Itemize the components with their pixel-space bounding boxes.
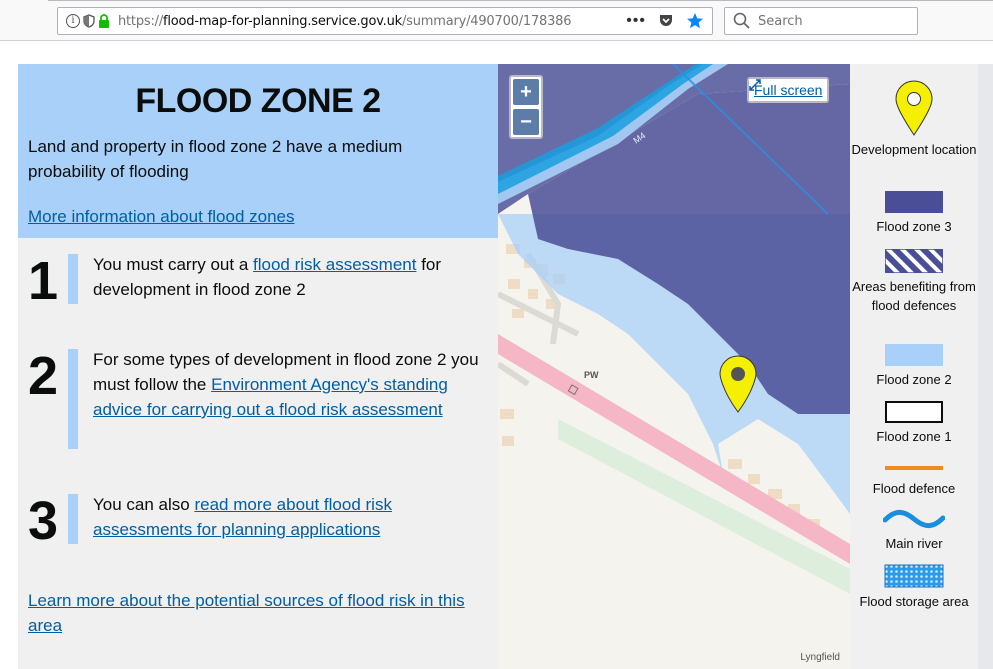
legend-main-river: Main river	[850, 508, 978, 553]
legend-flood-zone-2: Flood zone 2	[850, 344, 978, 389]
more-info-link[interactable]: More information about flood zones	[28, 204, 295, 229]
legend-label: Flood defence	[872, 481, 956, 496]
zoom-out-button[interactable]: −	[513, 109, 539, 135]
dotted-swatch	[884, 564, 944, 588]
step-number: 1	[28, 251, 59, 311]
river-wave-swatch	[883, 509, 945, 529]
zoom-controls: + −	[509, 75, 543, 139]
page-content: FLOOD ZONE 2 Land and property in flood …	[0, 41, 993, 669]
legend-label: Main river	[885, 536, 943, 551]
step-1: 1 You must carry out a flood risk assess…	[28, 254, 488, 314]
flood-zone-2-swatch	[885, 344, 943, 366]
map-legend: Development location Flood zone 3 Areas …	[850, 64, 978, 669]
legend-areas-benefiting: Areas benefiting from flood defences	[850, 249, 978, 315]
search-icon	[733, 12, 750, 29]
legend-development-location: Development location	[850, 80, 978, 159]
flood-defence-swatch	[885, 466, 943, 470]
step-bar	[68, 494, 78, 544]
step-text: For some types of development in flood z…	[93, 350, 479, 419]
flood-risk-assessment-link[interactable]: flood risk assessment	[253, 255, 416, 274]
flood-zone-summary: FLOOD ZONE 2 Land and property in flood …	[18, 64, 498, 238]
page-edge	[978, 64, 993, 669]
url-text[interactable]: https://flood-map-for-planning.service.g…	[118, 14, 572, 29]
fullscreen-label: Full screen	[754, 82, 823, 98]
page-title: FLOOD ZONE 2	[135, 82, 381, 120]
map-attribution: Lyngfield	[800, 652, 840, 663]
browser-toolbar: i https://flood-map-for-planning.service…	[0, 0, 993, 41]
summary-panel: FLOOD ZONE 2 Land and property in flood …	[18, 64, 498, 669]
zoom-in-button[interactable]: +	[513, 79, 539, 105]
tracking-shield-icon[interactable]	[83, 14, 95, 28]
hatched-swatch	[885, 249, 943, 273]
bookmark-star-icon[interactable]	[686, 12, 704, 30]
padlock-icon[interactable]	[98, 14, 110, 28]
legend-label: Development location	[851, 142, 977, 157]
expand-icon	[749, 79, 761, 91]
place-label: PW	[584, 370, 599, 380]
legend-flood-defence: Flood defence	[850, 466, 978, 498]
flood-map[interactable]: M4 PW + − Full screen Lyngfield	[498, 64, 850, 669]
legend-label: Flood zone 1	[876, 429, 952, 444]
fullscreen-button[interactable]: Full screen	[747, 77, 830, 103]
step-bar	[68, 254, 78, 304]
window-edge	[48, 0, 993, 1]
step-number: 2	[28, 346, 59, 406]
legend-label: Flood zone 2	[876, 372, 952, 387]
address-bar[interactable]: i https://flood-map-for-planning.service…	[57, 7, 713, 35]
search-box[interactable]: Search	[724, 7, 918, 35]
flood-zone-1-swatch	[885, 401, 943, 423]
map-pin-icon	[895, 80, 933, 136]
step-number: 3	[28, 491, 59, 551]
step-text: You must carry out a flood risk assessme…	[93, 255, 442, 299]
legend-flood-zone-3: Flood zone 3	[850, 191, 978, 236]
legend-label: Areas benefiting from flood defences	[852, 279, 976, 313]
legend-flood-zone-1: Flood zone 1	[850, 401, 978, 446]
flood-risk-sources-link[interactable]: Learn more about the potential sources o…	[28, 588, 488, 638]
legend-label: Flood storage area	[859, 594, 969, 609]
map-canvas[interactable]: M4	[498, 64, 850, 669]
pocket-icon[interactable]	[658, 13, 674, 29]
step-2: 2 For some types of development in flood…	[28, 349, 488, 459]
info-icon[interactable]: i	[66, 14, 80, 28]
zone-description: Land and property in flood zone 2 have a…	[28, 137, 403, 181]
step-3: 3 You can also read more about flood ris…	[28, 494, 488, 554]
legend-flood-storage-area: Flood storage area	[850, 564, 978, 611]
step-bar	[68, 349, 78, 449]
step-text: You can also read more about flood risk …	[93, 495, 392, 539]
flood-zone-3-swatch	[885, 191, 943, 213]
search-placeholder: Search	[758, 13, 803, 29]
page-actions-menu-icon[interactable]: •••	[626, 12, 646, 30]
legend-label: Flood zone 3	[876, 219, 952, 234]
